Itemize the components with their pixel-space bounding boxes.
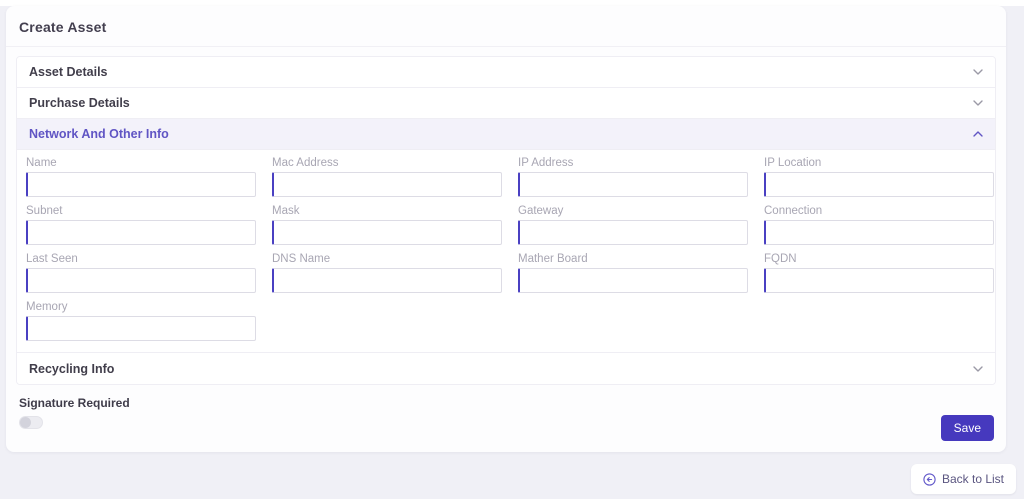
field-name: Name	[26, 157, 256, 197]
field-label: Mather Board	[518, 253, 588, 265]
network-info-panel: Name Mac Address IP Address IP Location …	[17, 150, 995, 353]
page-title: Create Asset	[6, 6, 1006, 47]
mask-input[interactable]	[272, 220, 502, 245]
field-label: IP Address	[518, 157, 574, 169]
back-to-list-button[interactable]: Back to List	[910, 464, 1016, 494]
section-label: Network And Other Info	[29, 127, 169, 141]
section-network-info[interactable]: Network And Other Info	[17, 119, 995, 150]
field-last-seen: Last Seen	[26, 253, 256, 293]
field-label: IP Location	[764, 157, 822, 169]
field-dns-name: DNS Name	[272, 253, 502, 293]
ip-address-input[interactable]	[518, 172, 748, 197]
back-to-list-label: Back to List	[941, 472, 1004, 486]
field-ip-location: IP Location	[764, 157, 994, 197]
chevron-down-icon	[973, 69, 983, 75]
field-gateway: Gateway	[518, 205, 748, 245]
save-button[interactable]: Save	[940, 415, 994, 441]
field-connection: Connection	[764, 205, 994, 245]
section-recycling-info[interactable]: Recycling Info	[17, 353, 995, 384]
field-label: FQDN	[764, 253, 797, 265]
mac-address-input[interactable]	[272, 172, 502, 197]
memory-input[interactable]	[26, 316, 256, 341]
field-fqdn: FQDN	[764, 253, 994, 293]
section-label: Asset Details	[29, 65, 108, 79]
chevron-down-icon	[973, 365, 983, 372]
last-seen-input[interactable]	[26, 268, 256, 293]
connection-input[interactable]	[764, 220, 994, 245]
field-mac-address: Mac Address	[272, 157, 502, 197]
field-subnet: Subnet	[26, 205, 256, 245]
field-label: Connection	[764, 205, 823, 217]
name-input[interactable]	[26, 172, 256, 197]
toggle-knob	[20, 417, 31, 428]
arrow-left-circle-icon	[923, 472, 936, 486]
field-label: Mac Address	[272, 157, 339, 169]
field-label: Gateway	[518, 205, 564, 217]
section-purchase-details[interactable]: Purchase Details	[17, 88, 995, 119]
field-ip-address: IP Address	[518, 157, 748, 197]
field-label: Subnet	[26, 205, 63, 217]
field-mather-board: Mather Board	[518, 253, 748, 293]
chevron-down-icon	[973, 100, 983, 106]
gateway-input[interactable]	[518, 220, 748, 245]
mather-board-input[interactable]	[518, 268, 748, 293]
field-mask: Mask	[272, 205, 502, 245]
ip-location-input[interactable]	[764, 172, 994, 197]
field-label: Mask	[272, 205, 300, 217]
field-label: Last Seen	[26, 253, 78, 265]
field-label: Memory	[26, 301, 68, 313]
accordion: Asset Details Purchase Details Network A…	[16, 56, 996, 385]
subnet-input[interactable]	[26, 220, 256, 245]
section-asset-details[interactable]: Asset Details	[17, 57, 995, 88]
section-label: Recycling Info	[29, 361, 115, 376]
field-label: DNS Name	[272, 253, 331, 265]
section-label: Purchase Details	[29, 96, 130, 110]
field-label: Name	[26, 157, 57, 169]
signature-block: Signature Required	[19, 396, 994, 429]
field-memory: Memory	[26, 301, 256, 341]
fqdn-input[interactable]	[764, 268, 994, 293]
form-grid: Name Mac Address IP Address IP Location …	[26, 157, 994, 341]
dns-name-input[interactable]	[272, 268, 502, 293]
signature-required-label: Signature Required	[19, 396, 130, 410]
signature-required-toggle[interactable]	[19, 416, 43, 429]
chevron-up-icon	[973, 131, 983, 137]
create-asset-card: Create Asset Asset Details Purchase Deta…	[6, 6, 1006, 452]
